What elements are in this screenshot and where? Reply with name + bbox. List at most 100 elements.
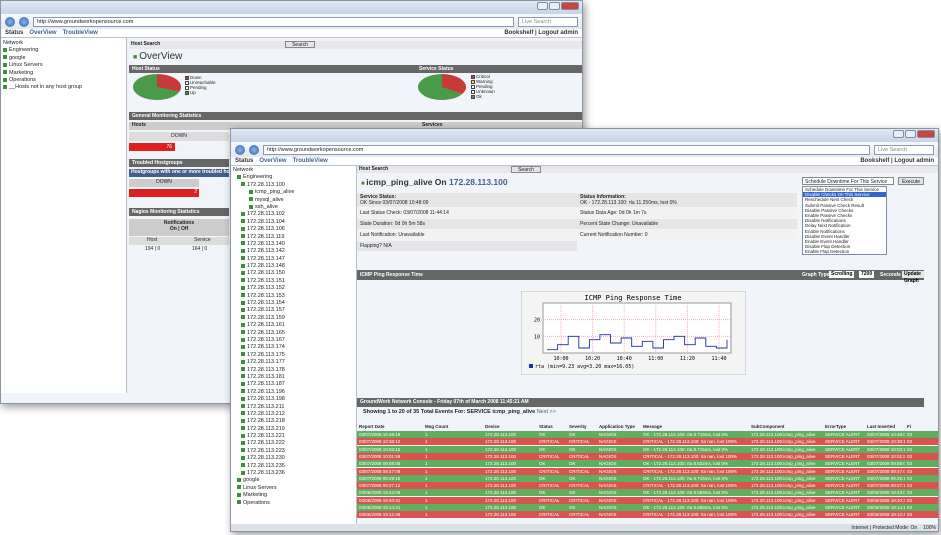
table-row[interactable]: 03/07/2008 10:48:19 1 172.28.113.100 OK OK NA… <box>357 431 938 438</box>
search-field[interactable]: Live Search <box>518 16 578 27</box>
tree-item[interactable]: mysql_alive <box>233 197 354 204</box>
tree-item[interactable]: Operations <box>3 77 124 84</box>
tree-host-item[interactable]: 172.28.113.152 <box>233 285 354 292</box>
tree-item[interactable]: google <box>3 55 124 62</box>
tab-status[interactable]: Status <box>235 158 253 164</box>
zoom-level[interactable]: 100% <box>923 525 936 531</box>
tree-item[interactable]: Engineering <box>3 47 124 54</box>
maximize-icon[interactable] <box>549 2 560 10</box>
forward-icon[interactable] <box>249 144 259 155</box>
tree-host-item[interactable]: 172.28.113.196 <box>233 389 354 396</box>
tab-troubleview[interactable]: TroubleView <box>63 30 98 36</box>
table-row[interactable]: 03/07/2008 09:29:15 1 172.28.113.100 OK OK NA… <box>357 474 938 482</box>
tree-host-item[interactable]: 172.28.113.223 <box>233 448 354 455</box>
tree-host-item[interactable]: 172.28.113.218 <box>233 418 354 425</box>
tree-host-item[interactable]: 172.28.113.222 <box>233 440 354 447</box>
tree-host-item[interactable]: 172.28.113.104 <box>233 219 354 226</box>
tree-host-item[interactable]: 172.28.113.102 <box>233 211 354 218</box>
troubled-count[interactable]: 2 <box>129 189 199 197</box>
tree-item[interactable]: Marketing <box>3 70 124 77</box>
close-icon[interactable] <box>917 130 935 138</box>
tree-host-item[interactable]: 172.28.113.167 <box>233 337 354 344</box>
tree-item[interactable]: Engineering <box>233 174 354 181</box>
graph-type-select[interactable]: Scrolling <box>829 271 855 278</box>
tree-host-item[interactable]: 172.28.113.236 <box>233 470 354 477</box>
bookshelf-logout[interactable]: Bookshelf | Logout admin <box>860 158 934 164</box>
table-row[interactable]: 03/06/2008 19:43:09 1 172.28.113.100 OK OK NA… <box>357 489 938 497</box>
column-header[interactable]: Application Type <box>597 424 641 429</box>
column-header[interactable]: Severity <box>567 424 597 429</box>
tree-item[interactable]: icmp_ping_alive <box>233 189 354 196</box>
forward-icon[interactable] <box>19 16 29 27</box>
tree-host-item[interactable]: 172.28.113.106 <box>233 226 354 233</box>
action-select[interactable]: Schedule Downtime For This Service <box>802 177 894 185</box>
close-icon[interactable] <box>561 2 579 10</box>
tree-group-item[interactable]: Linux Servers <box>233 485 354 492</box>
tree-host-item[interactable]: 172.28.113.175 <box>233 352 354 359</box>
table-row[interactable]: 03/06/2008 19:40:41 1 172.28.113.100 CRITIC… <box>357 496 938 504</box>
table-row[interactable]: 03/06/2008 19:12:48 1 172.28.113.100 CRITIC… <box>357 511 938 519</box>
tree-host-item[interactable]: 172.28.113.198 <box>233 396 354 403</box>
column-header[interactable]: Fi <box>905 424 915 429</box>
tree-host-item[interactable]: 172.28.113.177 <box>233 359 354 366</box>
tab-status[interactable]: Status <box>5 30 23 36</box>
url-field[interactable]: http://www.groundworkopensource.com <box>263 144 870 155</box>
tree-item[interactable]: __Hosts not in any host group <box>3 84 124 91</box>
tree-host-item[interactable]: 172.28.113.148 <box>233 263 354 270</box>
tab-overview[interactable]: OverView <box>29 30 56 36</box>
tree-host-item[interactable]: 172.28.113.235 <box>233 463 354 470</box>
tree-host-item[interactable]: 172.28.113.221 <box>233 433 354 440</box>
table-row[interactable]: 03/07/2008 09:59:06 1 172.28.113.100 OK OK NA… <box>357 460 938 468</box>
tab-overview[interactable]: OverView <box>259 158 286 164</box>
tree-host-item[interactable]: 172.28.113.230 <box>233 455 354 462</box>
tree-host-item[interactable]: 172.28.113.151 <box>233 278 354 285</box>
table-row[interactable]: 03/07/2008 09:47:09 1 172.28.113.100 CRITIC… <box>357 467 938 475</box>
tree-item[interactable]: Network <box>233 167 354 174</box>
tree-host-item[interactable]: 172.28.113.154 <box>233 300 354 307</box>
tree-host-item[interactable]: 172.28.113.161 <box>233 322 354 329</box>
column-header[interactable]: Message <box>641 424 749 429</box>
tree-host-item[interactable]: 172.28.113.157 <box>233 307 354 314</box>
search-button[interactable]: Search <box>511 166 541 173</box>
minimize-icon[interactable] <box>893 130 904 138</box>
column-header[interactable]: Last Inserted <box>865 424 905 429</box>
tree-group-item[interactable]: google <box>233 477 354 484</box>
tree-host-item[interactable]: 172.28.113.153 <box>233 293 354 300</box>
column-header[interactable]: Report Date <box>357 424 423 429</box>
tree-item[interactable]: 172.28.113.100 <box>233 182 354 189</box>
tree-host-item[interactable]: 172.28.113.211 <box>233 404 354 411</box>
column-header[interactable]: ErrorType <box>823 424 865 429</box>
url-field[interactable]: http://www.groundworkopensource.com <box>33 16 514 27</box>
table-row[interactable]: 03/07/2008 10:38:12 1 172.28.113.100 CRITIC… <box>357 438 938 446</box>
tree-host-item[interactable]: 172.28.113.165 <box>233 330 354 337</box>
tree-host-item[interactable]: 172.28.113.159 <box>233 315 354 322</box>
down-count[interactable]: 76 <box>129 143 175 151</box>
maximize-icon[interactable] <box>905 130 916 138</box>
seconds-input[interactable]: 7200 <box>859 271 875 278</box>
tree-host-item[interactable]: 172.28.113.119 <box>233 234 354 241</box>
tree-host-item[interactable]: 172.28.113.187 <box>233 381 354 388</box>
tree-host-item[interactable]: 172.28.113.150 <box>233 270 354 277</box>
table-row[interactable]: 03/07/2008 10:03:15 1 172.28.113.100 OK OK NA… <box>357 445 938 453</box>
tree-host-item[interactable]: 172.28.113.212 <box>233 411 354 418</box>
tree-item[interactable]: Linux Servers <box>3 62 124 69</box>
table-row[interactable]: 03/07/2008 10:01:59 1 172.28.113.100 CRITIC… <box>357 452 938 460</box>
tree-host-item[interactable]: 172.28.113.174 <box>233 344 354 351</box>
minimize-icon[interactable] <box>537 2 548 10</box>
action-option[interactable]: Enable Flap Detection <box>803 249 886 254</box>
tab-troubleview[interactable]: TroubleView <box>293 158 328 164</box>
tree-group-item[interactable]: Marketing <box>233 492 354 499</box>
table-row[interactable]: 03/06/2008 19:14:21 1 172.28.113.100 OK OK NA… <box>357 504 938 511</box>
update-graph-button[interactable]: Update Graph <box>902 271 924 284</box>
bookshelf-logout[interactable]: Bookshelf | Logout admin <box>504 30 578 36</box>
column-header[interactable]: Status <box>537 424 567 429</box>
tree-host-item[interactable]: 172.28.113.178 <box>233 367 354 374</box>
tree-host-item[interactable]: 172.28.113.219 <box>233 426 354 433</box>
table-row[interactable]: 03/07/2008 09:27:12 1 172.28.113.100 CRITIC… <box>357 482 938 490</box>
next-link[interactable]: Next >> <box>537 409 556 415</box>
search-field[interactable]: Live Search <box>874 144 934 155</box>
back-icon[interactable] <box>5 16 15 27</box>
column-header[interactable]: Device <box>483 424 537 429</box>
tree-group-item[interactable]: Operations <box>233 500 354 507</box>
tree-host-item[interactable]: 172.28.113.140 <box>233 241 354 248</box>
